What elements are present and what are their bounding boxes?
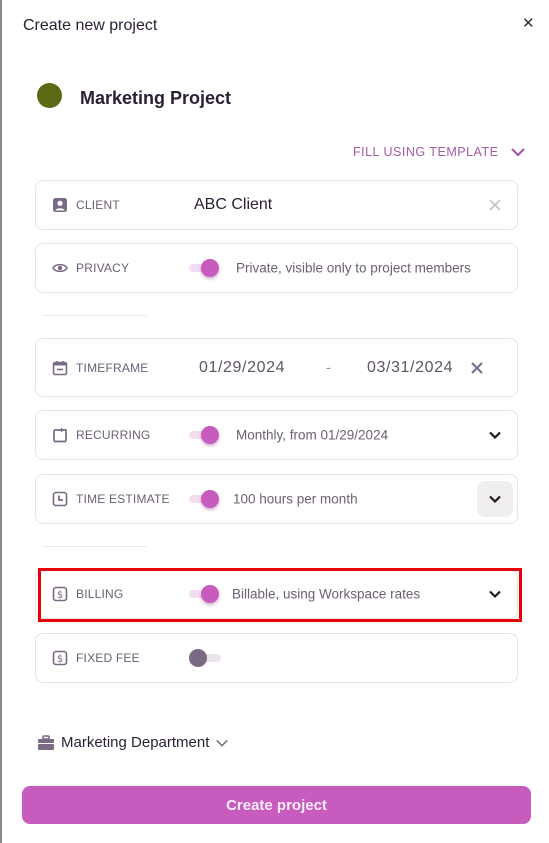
timeframe-label: TIMEFRAME [76, 360, 149, 375]
privacy-label: PRIVACY [76, 261, 130, 275]
create-project-button[interactable]: Create project [22, 786, 531, 824]
briefcase-icon [38, 734, 54, 750]
chevron-down-icon [216, 739, 229, 747]
billing-field: $ BILLING Billable, using Workspace rate… [35, 569, 518, 619]
repeat-icon [53, 427, 67, 443]
chevron-down-icon [511, 148, 526, 157]
start-date-input[interactable]: 01/29/2024 [199, 359, 285, 377]
fixed-fee-toggle[interactable] [189, 648, 221, 668]
end-date-input[interactable]: 03/31/2024 [367, 359, 453, 377]
svg-text:$: $ [57, 590, 63, 601]
project-color-picker[interactable] [37, 83, 62, 108]
privacy-toggle[interactable] [189, 258, 219, 278]
fill-template-label: FILL USING TEMPLATE [353, 145, 499, 159]
client-field[interactable]: CLIENT ABC Client [35, 180, 518, 230]
billing-toggle[interactable] [189, 584, 219, 604]
department-selector[interactable]: Marketing Department [37, 734, 229, 751]
time-estimate-label: TIME ESTIMATE [76, 492, 170, 506]
close-button[interactable]: ✕ [522, 15, 535, 33]
billing-label: BILLING [76, 587, 124, 601]
close-icon: ✕ [522, 15, 535, 32]
privacy-field: PRIVACY Private, visible only to project… [35, 243, 518, 293]
client-label: CLIENT [76, 198, 120, 212]
eye-icon [52, 263, 68, 273]
chevron-down-icon[interactable] [487, 586, 503, 602]
time-estimate-expand-button[interactable] [477, 481, 513, 517]
department-label: Marketing Department [61, 734, 210, 751]
svg-text:$: $ [57, 654, 63, 665]
billing-value: Billable, using Workspace rates [232, 586, 421, 602]
clear-client-icon[interactable] [488, 198, 502, 212]
fixed-fee-label: FIXED FEE [76, 651, 140, 665]
chevron-down-icon [489, 495, 501, 504]
chevron-down-icon[interactable] [487, 427, 503, 443]
create-project-dialog: Create new project ✕ Marketing Project F… [2, 0, 549, 843]
recurring-toggle[interactable] [189, 425, 219, 445]
person-icon [53, 198, 67, 212]
dollar-icon: $ [52, 586, 68, 602]
clear-timeframe-icon[interactable] [470, 361, 484, 375]
client-value[interactable]: ABC Client [194, 196, 272, 214]
privacy-value: Private, visible only to project members [236, 260, 471, 276]
clock-icon [52, 491, 68, 507]
time-estimate-field: TIME ESTIMATE 100 hours per month [35, 474, 518, 524]
fixed-fee-field: $ FIXED FEE [35, 633, 518, 683]
time-estimate-toggle[interactable] [189, 489, 219, 509]
timeframe-field: TIMEFRAME 01/29/2024 - 03/31/2024 [35, 338, 518, 397]
recurring-label: RECURRING [76, 428, 151, 442]
date-separator: - [326, 359, 331, 376]
section-divider [42, 546, 147, 547]
fill-using-template-button[interactable]: FILL USING TEMPLATE [353, 144, 526, 160]
dialog-title: Create new project [23, 17, 158, 34]
project-name-input[interactable]: Marketing Project [80, 88, 231, 109]
dollar-icon: $ [52, 650, 68, 666]
recurring-field: RECURRING Monthly, from 01/29/2024 [35, 410, 518, 460]
calendar-icon [52, 360, 68, 375]
section-divider [42, 315, 147, 316]
time-estimate-value: 100 hours per month [233, 491, 358, 507]
recurring-value: Monthly, from 01/29/2024 [236, 427, 389, 443]
